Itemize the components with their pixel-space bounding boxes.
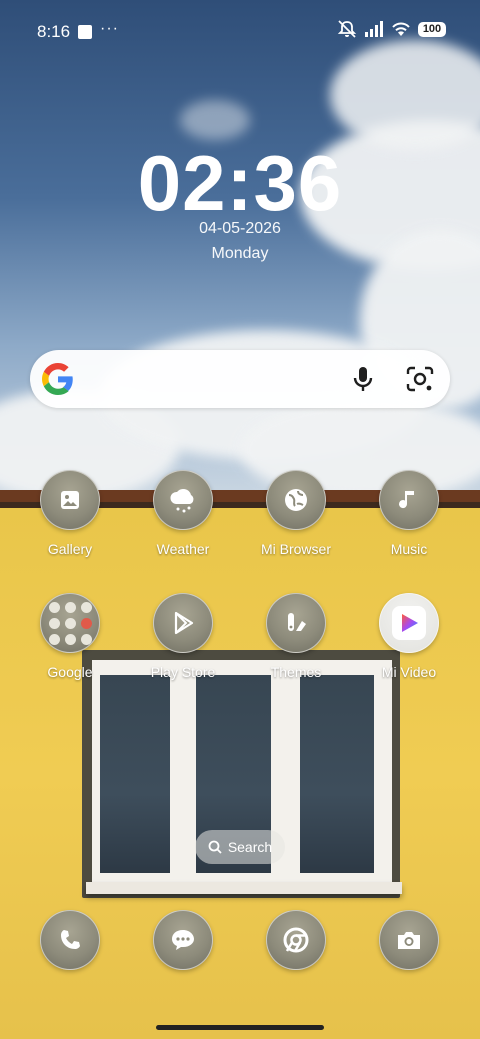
- microphone-icon[interactable]: [348, 364, 378, 394]
- app-label: Mi Browser: [260, 541, 331, 557]
- app-weather[interactable]: Weather: [128, 470, 238, 557]
- notification-icon: [78, 25, 92, 39]
- app-play-store[interactable]: Play Store: [128, 593, 238, 680]
- app-label: Mi Video: [381, 664, 437, 680]
- google-folder-icon: [40, 593, 100, 653]
- chrome-icon: [266, 910, 326, 970]
- search-icon: [208, 840, 222, 854]
- dock-chrome[interactable]: [241, 910, 351, 970]
- status-bar: 8:16 ··· 100: [0, 18, 480, 46]
- google-logo-icon: [42, 363, 73, 395]
- play-store-icon: [153, 593, 213, 653]
- mi-video-icon: [379, 593, 439, 653]
- app-label: Music: [390, 541, 428, 557]
- google-lens-icon[interactable]: [404, 364, 436, 394]
- dock-phone[interactable]: [15, 910, 125, 970]
- wifi-icon: [392, 22, 410, 36]
- app-google-folder[interactable]: Google: [15, 593, 125, 680]
- app-search-button[interactable]: Search: [195, 830, 285, 864]
- dock-camera[interactable]: [354, 910, 464, 970]
- status-time: 8:16: [37, 22, 71, 41]
- app-label: Themes: [270, 664, 322, 680]
- browser-icon: [266, 470, 326, 530]
- app-music[interactable]: Music: [354, 470, 464, 557]
- clock-day: Monday: [211, 245, 269, 262]
- app-label: Google: [47, 664, 93, 680]
- signal-icon: [365, 21, 383, 37]
- more-notifications-icon: ···: [100, 20, 119, 37]
- gallery-icon: [40, 470, 100, 530]
- clock-date: 04-05-2026: [199, 220, 281, 237]
- camera-icon: [379, 910, 439, 970]
- battery-indicator: 100: [418, 21, 446, 37]
- weather-icon: [153, 470, 213, 530]
- app-label: Play Store: [150, 664, 216, 680]
- music-icon: [379, 470, 439, 530]
- app-search-label: Search: [227, 839, 273, 855]
- home-indicator[interactable]: [156, 1025, 324, 1030]
- phone-icon: [40, 910, 100, 970]
- dock-messages[interactable]: [128, 910, 238, 970]
- themes-icon: [266, 593, 326, 653]
- app-label: Weather: [156, 541, 210, 557]
- app-mi-video[interactable]: Mi Video: [354, 593, 464, 680]
- messages-icon: [153, 910, 213, 970]
- app-themes[interactable]: Themes: [241, 593, 351, 680]
- clock-time[interactable]: 02:36: [0, 138, 480, 229]
- app-mi-browser[interactable]: Mi Browser: [241, 470, 351, 557]
- app-gallery[interactable]: Gallery: [15, 470, 125, 557]
- app-label: Gallery: [47, 541, 93, 557]
- google-search-bar[interactable]: [30, 350, 450, 408]
- mute-icon: [337, 20, 357, 38]
